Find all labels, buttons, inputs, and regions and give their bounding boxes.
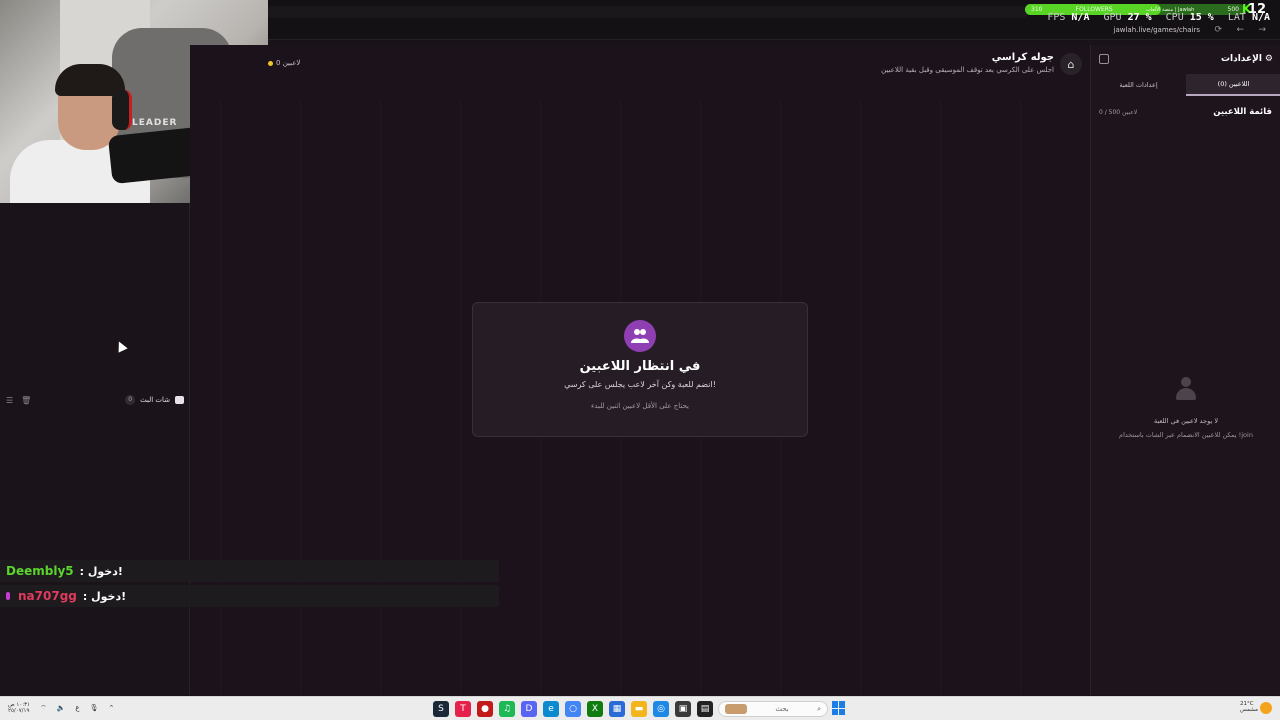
- chat-title: شات البث: [140, 396, 170, 404]
- chat-text: : دخول!: [79, 564, 123, 578]
- chat-username: na707gg: [18, 589, 77, 603]
- red-app-icon[interactable]: ●: [477, 701, 493, 717]
- status-dot-icon: [268, 60, 273, 66]
- chair-logo-text: LEADER: [132, 118, 178, 128]
- mic-tray-icon[interactable]: 🎙: [90, 704, 99, 712]
- empty-players-message: لا يوجد لاعبين في اللعبة: [1153, 417, 1219, 425]
- spotify-icon[interactable]: ♫: [499, 701, 515, 717]
- folder-icon[interactable]: ▬: [631, 701, 647, 717]
- waiting-title: في انتظار اللاعبين: [579, 359, 701, 374]
- address-bar[interactable]: jawlah.live/games/chairs: [1114, 26, 1200, 34]
- volume-icon[interactable]: 🔈: [57, 704, 66, 712]
- waiting-card: في انتظار اللاعبين انضم للعبة وكن آخر لا…: [472, 302, 808, 437]
- game-title: جوله كراسي: [991, 52, 1054, 63]
- waiting-subtitle: انضم للعبة وكن آخر لاعب يجلس على كرسي!: [564, 380, 716, 389]
- collapse-panel-icon[interactable]: [1099, 54, 1109, 64]
- store-icon[interactable]: ▦: [609, 701, 625, 717]
- game-header: ⌂ جوله كراسي اجلس على الكرسي بعد توقف ال…: [190, 45, 1090, 85]
- headset: [112, 90, 132, 130]
- discord-icon[interactable]: D: [521, 701, 537, 717]
- chat-title-group: 0 شات البث: [125, 395, 184, 405]
- obs-icon[interactable]: ▤: [697, 701, 713, 717]
- chat-text: : دخول!: [82, 589, 127, 603]
- windows-taskbar: ١٠:٣١ ص ٢٥/٠٧/١٩ ⌔ 🔈 ع 🎙 ⌃ S T ● ♫ D e ○…: [0, 696, 1280, 720]
- performance-stats: FPS N/A GPU 27 % CPU 15 % LAT N/A: [1047, 12, 1270, 23]
- edge-icon[interactable]: e: [543, 701, 559, 717]
- chat-message: na707gg : دخول!: [0, 585, 499, 607]
- home-icon: ⌂: [1067, 57, 1075, 71]
- settings-title-text: الإعدادات: [1220, 54, 1262, 64]
- waiting-note: يحتاج على الأقل لاعبين اثنين للبدء: [591, 402, 689, 410]
- trash-icon[interactable]: 🗑: [21, 396, 31, 405]
- search-icon: ⌕: [817, 704, 821, 713]
- steam-icon[interactable]: S: [433, 701, 449, 717]
- chat-controls: ☰ 🗑: [6, 396, 31, 405]
- language-icon[interactable]: ع: [75, 704, 79, 712]
- users-glyph: [631, 329, 649, 343]
- cpu-stat: CPU 15 %: [1165, 12, 1214, 23]
- search-art-icon: [725, 704, 747, 714]
- followers-current: 310: [1031, 6, 1043, 13]
- tab-players[interactable]: اللاعبين (0): [1186, 74, 1280, 96]
- home-button[interactable]: ⌂: [1060, 53, 1082, 75]
- gear-icon: ⚙: [1264, 54, 1273, 64]
- search-placeholder: بحث: [775, 705, 789, 713]
- weather-widget[interactable]: 21°C مشمس: [1240, 701, 1258, 713]
- system-tray: ١٠:٣١ ص ٢٥/٠٧/١٩ ⌔ 🔈 ع 🎙 ⌃: [8, 702, 114, 714]
- settings-header: الإعدادات ⚙: [1091, 45, 1280, 73]
- taskbar-clock[interactable]: ١٠:٣١ ص ٢٥/٠٧/١٩: [8, 702, 30, 714]
- empty-user-icon: [1176, 377, 1196, 401]
- player-count-text: 0 لاعبين: [276, 59, 301, 67]
- terminal-icon[interactable]: ▣: [675, 701, 691, 717]
- settings-panel: الإعدادات ⚙ إعدادات اللعبة اللاعبين (0) …: [1090, 45, 1280, 695]
- sun-icon: [1260, 702, 1272, 714]
- empty-players-hint: يمكن للاعبين الانضمام عبر الشات باستخدام…: [1119, 431, 1253, 439]
- taskbar-search[interactable]: بحث ⌕: [718, 701, 828, 717]
- xbox-icon[interactable]: X: [587, 701, 603, 717]
- chat-message: Deembly5 : دخول!: [0, 560, 499, 582]
- list-icon[interactable]: ☰: [6, 396, 13, 405]
- empty-user-head: [1181, 377, 1191, 387]
- settings-tabs: إعدادات اللعبة اللاعبين (0): [1091, 74, 1280, 96]
- settings-title: الإعدادات ⚙: [1221, 54, 1273, 64]
- grid-line: [860, 100, 861, 695]
- users-icon: [624, 320, 656, 352]
- stream-chat-header: ☰ 🗑 0 شات البث: [0, 392, 190, 408]
- lat-stat: LAT N/A: [1227, 12, 1270, 23]
- windows-start-icon[interactable]: [832, 701, 846, 715]
- wifi-icon[interactable]: ⌔: [40, 704, 47, 713]
- tab-game-settings[interactable]: إعدادات اللعبة: [1091, 74, 1186, 96]
- taskbar-apps: S T ● ♫ D e ○ X ▦ ▬ ◎ ▣ ▤: [433, 701, 713, 717]
- tab-strip[interactable]: [268, 6, 1028, 18]
- game-subtitle: اجلس على الكرسي بعد توقف الموسيقى وقبل ب…: [881, 66, 1054, 74]
- player-count: 0 لاعبين: [268, 59, 300, 67]
- grid-line: [1020, 100, 1021, 695]
- chrome-icon[interactable]: ○: [565, 701, 581, 717]
- reload-icon[interactable]: ⟳: [1214, 25, 1222, 35]
- chat-count-badge: 0: [125, 395, 136, 405]
- browser-icon[interactable]: ◎: [653, 701, 669, 717]
- back-icon[interactable]: ←: [1236, 25, 1244, 35]
- empty-user-body: [1176, 388, 1196, 400]
- grid-line: [940, 100, 941, 695]
- players-list-count: 0 / 500 لاعبين: [1099, 109, 1138, 116]
- chat-icon: [175, 396, 184, 404]
- players-list-title: قائمة اللاعبين: [1213, 107, 1272, 117]
- tiktok-icon[interactable]: T: [455, 701, 471, 717]
- clock-date: ٢٥/٠٧/١٩: [8, 708, 30, 714]
- fps-stat: FPS N/A: [1047, 12, 1090, 23]
- left-panel: ☰ 🗑 0 شات البث: [0, 203, 190, 695]
- mic-badge-icon: [6, 592, 10, 600]
- forward-icon[interactable]: →: [1258, 25, 1266, 35]
- weather-desc: مشمس: [1239, 707, 1258, 713]
- gpu-stat: GPU 27 %: [1103, 12, 1152, 23]
- chat-username: Deembly5: [6, 564, 74, 578]
- chevron-up-icon[interactable]: ⌃: [108, 704, 114, 712]
